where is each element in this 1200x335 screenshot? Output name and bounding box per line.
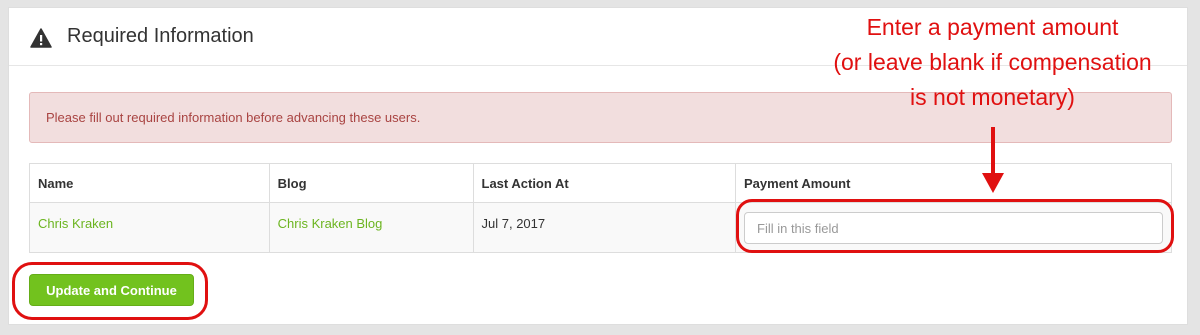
annotation-line-3: is not monetary) xyxy=(910,84,1075,110)
column-header-blog: Blog xyxy=(268,163,474,203)
cell-last-action: Jul 7, 2017 xyxy=(472,202,737,253)
warning-triangle-icon xyxy=(30,28,52,48)
annotation-line-2: (or leave blank if compensation xyxy=(833,49,1152,75)
payment-amount-input[interactable] xyxy=(744,212,1163,244)
update-and-continue-button[interactable]: Update and Continue xyxy=(29,274,194,306)
cell-payment-amount xyxy=(735,202,1172,253)
last-action-date: Jul 7, 2017 xyxy=(481,216,546,231)
annotation-line-1: Enter a payment amount xyxy=(866,14,1119,40)
column-header-last-action: Last Action At xyxy=(472,163,737,203)
column-header-name: Name xyxy=(29,163,270,203)
user-name-link[interactable]: Chris Kraken xyxy=(38,216,113,231)
column-header-payment-amount: Payment Amount xyxy=(735,163,1172,203)
table-row: Chris Kraken Chris Kraken Blog Jul 7, 20… xyxy=(29,202,1172,253)
annotation-text: Enter a payment amount (or leave blank i… xyxy=(800,10,1185,115)
annotation-arrow-icon xyxy=(982,127,1004,193)
panel-title: Required Information xyxy=(67,25,254,47)
blog-link[interactable]: Chris Kraken Blog xyxy=(278,216,383,231)
cell-name: Chris Kraken xyxy=(29,202,270,253)
cell-blog: Chris Kraken Blog xyxy=(268,202,474,253)
alert-message: Please fill out required information bef… xyxy=(46,110,421,125)
